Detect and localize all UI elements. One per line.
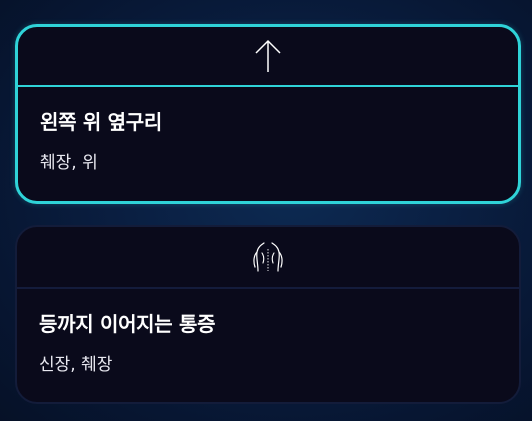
option-subtitle: 신장, 췌장 bbox=[39, 355, 113, 375]
option-card-back-radiating-pain[interactable]: 등까지 이어지는 통증 신장, 췌장 bbox=[15, 225, 521, 404]
option-card-header bbox=[18, 27, 518, 87]
back-torso-icon bbox=[251, 239, 285, 275]
option-title: 왼쪽 위 옆구리 bbox=[40, 110, 162, 134]
option-title: 등까지 이어지는 통증 bbox=[39, 312, 216, 336]
option-card-body: 왼쪽 위 옆구리 췌장, 위 bbox=[18, 87, 518, 174]
arrow-up-icon bbox=[253, 38, 283, 74]
option-card-body: 등까지 이어지는 통증 신장, 췌장 bbox=[17, 289, 519, 376]
option-card-upper-left-flank[interactable]: 왼쪽 위 옆구리 췌장, 위 bbox=[15, 24, 521, 204]
option-card-header bbox=[17, 227, 519, 289]
option-subtitle: 췌장, 위 bbox=[40, 153, 98, 173]
